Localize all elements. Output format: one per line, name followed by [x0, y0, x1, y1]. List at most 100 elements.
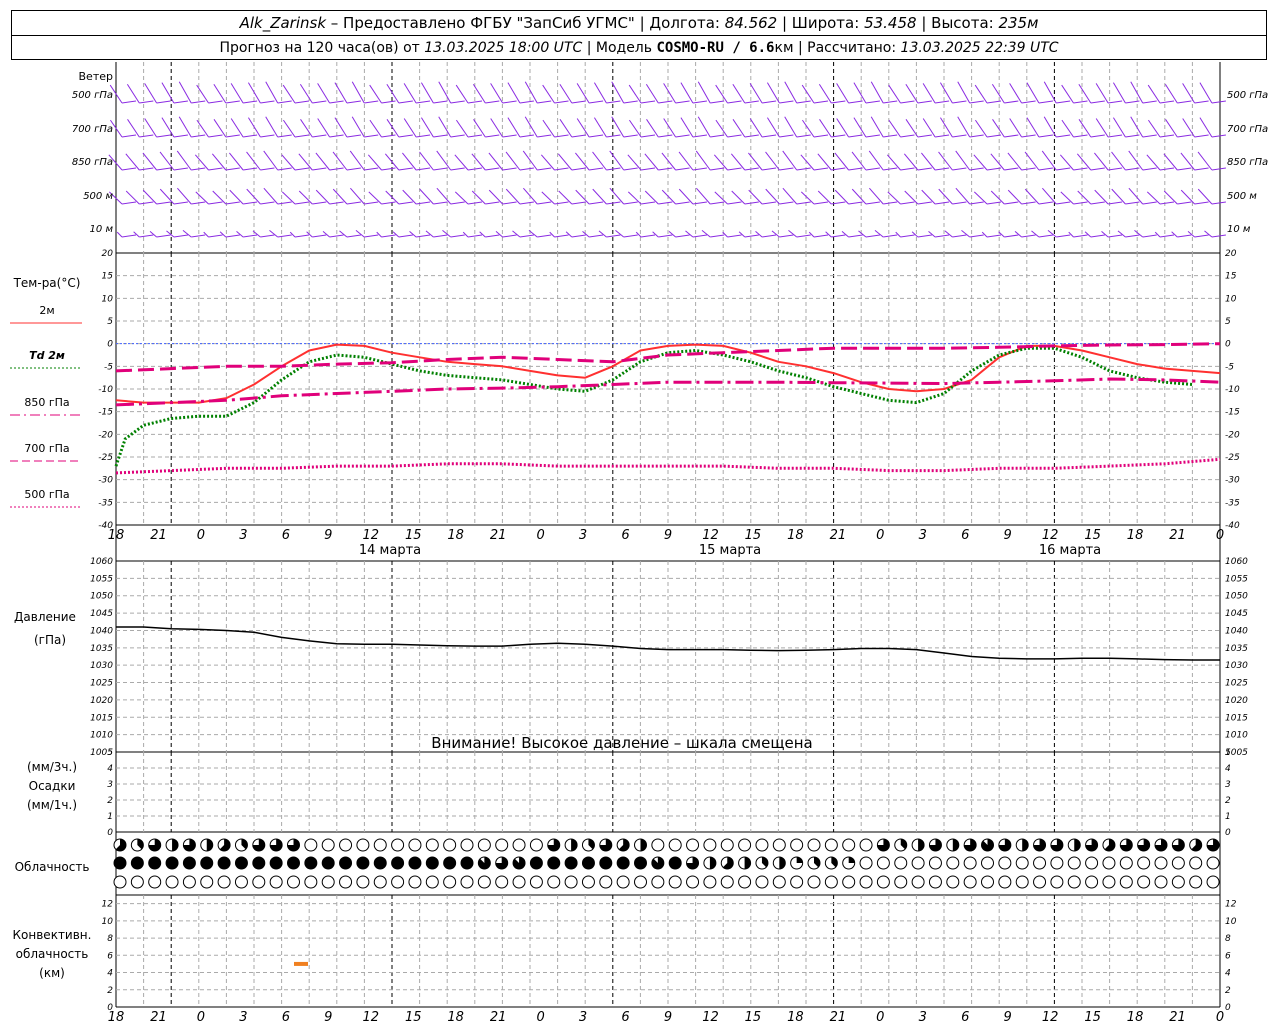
cloud-mid-fill [565, 857, 578, 869]
wind-barb-shaft [208, 100, 223, 104]
wind-barb-shaft [900, 201, 915, 205]
precip-tick: 0 [1225, 828, 1231, 838]
wind-barb-shaft [589, 100, 604, 104]
cloud-high-fill [640, 839, 647, 851]
cloud-mid-fill [270, 857, 283, 869]
wind-barb [317, 118, 331, 138]
wind-barb [886, 154, 901, 171]
wind-barb-shaft [935, 234, 950, 238]
wind-level-left: 500 гПа [72, 90, 113, 101]
cloud-low [217, 875, 231, 889]
wind-barb-shaft [762, 201, 777, 205]
wind-barb [808, 231, 815, 238]
wind-barb-shaft [675, 134, 690, 138]
wind-barb [213, 83, 227, 104]
x-tick-label: 9 [1004, 1010, 1012, 1024]
wind-barb-shaft [294, 100, 310, 104]
wind-barb [549, 231, 555, 238]
wind-barb [159, 151, 175, 171]
wind-barb-shaft [900, 234, 915, 238]
wind-barb [420, 82, 434, 104]
wind-barb-shaft [416, 201, 431, 205]
cloud-high-fill [571, 839, 578, 851]
wind-barb [722, 231, 728, 238]
wind-barb-shaft [952, 134, 967, 138]
wind-barb-shaft [762, 234, 777, 238]
wind-barb-shaft [883, 201, 898, 205]
cloud-mid-fill [796, 857, 803, 863]
x-tick-label: 21 [490, 1010, 507, 1024]
wind-barb [1128, 150, 1144, 171]
wind-barb-shaft [450, 100, 465, 104]
cloud-mid-fill [709, 857, 716, 869]
wind-barb [230, 118, 244, 138]
cloud-high [408, 838, 422, 852]
wind-barb-shaft [589, 234, 604, 238]
wind-barb-shaft [1108, 167, 1123, 171]
cloud-low [703, 875, 717, 889]
wind-barb-shaft [692, 234, 707, 238]
wind-barb [1199, 82, 1213, 104]
wind-barb [841, 230, 849, 238]
wind-barb [1204, 230, 1213, 238]
wind-barb [125, 153, 140, 171]
wind-barb-shaft [519, 201, 534, 205]
wind-barb-shaft [848, 234, 863, 238]
cloud-low [1137, 875, 1151, 889]
cloud-cover-symbols [113, 838, 1220, 889]
x-tick-label: 21 [1169, 528, 1186, 543]
wind-barb [992, 119, 1005, 138]
x-tick-label: 0 [876, 528, 884, 543]
wind-barb [419, 151, 434, 171]
cloud-low [1206, 875, 1220, 889]
wind-barb-shaft [139, 167, 154, 171]
wind-barb-shaft [952, 201, 967, 205]
wind-barb-shaft [727, 167, 742, 171]
wind-barb-shaft [1038, 134, 1053, 138]
x-tick-label: 6 [961, 528, 969, 543]
wind-barb [782, 187, 798, 205]
wind-barb-shaft [710, 201, 725, 205]
wind-barb-shaft [935, 134, 950, 138]
conv-tick: 6 [1225, 951, 1231, 961]
x-tick-label: 18 [787, 1010, 804, 1024]
wind-barb [755, 230, 763, 238]
cloud-mid [1102, 856, 1116, 870]
wind-barb-shaft [1056, 134, 1071, 138]
wind-barb [126, 83, 140, 104]
cloud-mid-fill [547, 857, 560, 869]
wind-barb-shaft [848, 201, 863, 205]
precip-tick: 1 [1225, 812, 1231, 822]
pressure-tick: 1015 [1225, 713, 1248, 723]
wind-barb [559, 119, 573, 138]
wind-level-right: 500 м [1227, 191, 1257, 202]
wind-barb-shaft [1142, 234, 1157, 238]
x-tick-label: 3 [579, 528, 587, 543]
wind-barb [282, 84, 296, 104]
cloud-mid-fill [131, 857, 144, 869]
wind-barb [495, 230, 503, 238]
wind-barb [438, 116, 452, 138]
wind-barb-shaft [398, 201, 413, 205]
wind-barb-shaft [173, 100, 188, 104]
temp-tick: -35 [1225, 498, 1240, 508]
wind-barb-shaft [346, 134, 361, 138]
x-tick-label: 18 [108, 528, 125, 543]
meteogram: 20 2015 1510 105 50 0-5 -5-10 -10-15 -15-20 -20-2… [10, 62, 1268, 1024]
wind-barb-shaft [502, 234, 517, 238]
wind-barb [1112, 82, 1126, 104]
wind-barb [713, 154, 728, 171]
wind-level-right: 700 гПа [1227, 124, 1268, 135]
cloud-low [668, 875, 682, 889]
wind-barb [332, 188, 348, 205]
wind-barb [322, 230, 330, 238]
wind-barb [715, 119, 728, 138]
wind-barbs [108, 81, 1226, 238]
wind-barb [765, 151, 780, 171]
wind-barb-shaft [156, 134, 171, 138]
x-tick-label: 12 [362, 1010, 379, 1024]
wind-barb [836, 83, 850, 104]
wind-barb-shaft [243, 100, 258, 104]
wind-barb [765, 188, 780, 205]
wind-barb-shaft [121, 234, 137, 238]
